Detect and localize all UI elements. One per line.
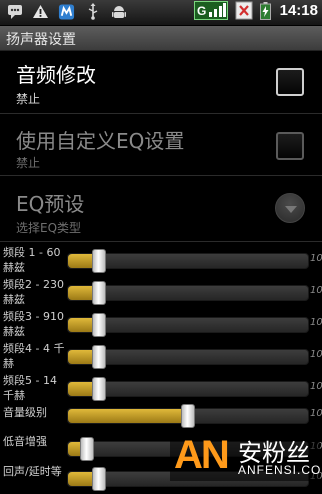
slider-max-label: 10 xyxy=(310,381,322,392)
slider-thumb[interactable] xyxy=(92,377,107,401)
pref-custom-eq[interactable]: 使用自定义EQ设置 禁止 xyxy=(0,114,322,175)
warning-icon xyxy=(32,3,49,20)
watermark-logo: AN 安粉丝 ANFENSI.COM xyxy=(170,431,322,481)
watermark-en-text: ANFENSI.COM xyxy=(238,463,322,477)
system-icons: G 14:18 xyxy=(193,1,318,20)
page-title: 扬声器设置 xyxy=(6,32,76,48)
pref-summary: 禁止 xyxy=(16,156,41,170)
slider-track[interactable] xyxy=(67,249,309,273)
slider-max-label: 10 xyxy=(310,349,322,360)
slider-label: 频段 1 - 60 赫兹 xyxy=(3,246,61,274)
pref-title: 使用自定义EQ设置 xyxy=(16,129,185,153)
slider-label: 频段3 - 910 赫兹 xyxy=(3,310,64,338)
clock: 14:18 xyxy=(279,2,318,19)
slider-thumb[interactable] xyxy=(92,345,107,369)
slider-label: 频段4 - 4 千赫 xyxy=(3,342,65,370)
slider-row: 频段4 - 4 千赫 10 xyxy=(0,340,322,372)
slider-label: 音量级别 xyxy=(3,406,47,419)
slider-track[interactable] xyxy=(67,281,309,305)
slider-max-label: 10 xyxy=(310,285,322,296)
custom-eq-checkbox[interactable] xyxy=(276,132,304,160)
slider-label: 频段5 - 14 千赫 xyxy=(3,374,57,402)
slider-thumb[interactable] xyxy=(92,313,107,337)
slider-track[interactable] xyxy=(67,404,309,428)
title-bar: 扬声器设置 xyxy=(0,26,322,51)
slider-thumb[interactable] xyxy=(181,404,195,428)
pref-title: 音频修改 xyxy=(16,63,96,87)
usb-icon xyxy=(84,3,101,20)
slider-thumb[interactable] xyxy=(80,437,95,461)
slider-max-label: 10 xyxy=(310,317,322,328)
chat-icon xyxy=(6,3,23,20)
svg-text:G: G xyxy=(197,4,206,18)
slider-row: 频段5 - 14 千赫 10 xyxy=(0,372,322,404)
pref-audio-modify[interactable]: 音频修改 禁止 xyxy=(0,51,322,113)
slider-max-label: 10 xyxy=(310,253,322,264)
maps-icon xyxy=(58,3,75,20)
pref-title: EQ预设 xyxy=(16,192,85,216)
no-sim-icon xyxy=(234,1,254,20)
slider-thumb[interactable] xyxy=(92,467,107,491)
slider-thumb[interactable] xyxy=(92,249,107,273)
slider-track[interactable] xyxy=(67,313,309,337)
slider-row: 频段3 - 910 赫兹 10 xyxy=(0,308,322,340)
eq-preset-dropdown-button[interactable] xyxy=(275,193,305,223)
divider xyxy=(0,241,322,242)
slider-label: 低音增强 xyxy=(3,435,47,448)
slider-max-label: 10 xyxy=(310,408,322,419)
slider-thumb[interactable] xyxy=(92,281,107,305)
slider-row: 频段2 - 230 赫兹 10 xyxy=(0,276,322,308)
watermark-an-logo: AN xyxy=(174,433,230,477)
pref-summary: 禁止 xyxy=(16,92,41,106)
audio-modify-checkbox[interactable] xyxy=(276,68,304,96)
slider-row: 频段 1 - 60 赫兹 10 xyxy=(0,244,322,276)
slider-fill xyxy=(68,409,188,423)
slider-label: 回声/延时等 xyxy=(3,465,62,478)
status-bar: G 14:18 xyxy=(0,0,322,26)
signal-icon: G xyxy=(193,1,228,20)
battery-charging-icon xyxy=(260,1,272,20)
android-debug-icon xyxy=(110,3,127,20)
pref-eq-preset[interactable]: EQ预设 选择EQ类型 xyxy=(0,176,322,240)
notification-icons xyxy=(6,3,127,20)
slider-track[interactable] xyxy=(67,377,309,401)
pref-summary: 选择EQ类型 xyxy=(16,221,82,235)
slider-label: 频段2 - 230 赫兹 xyxy=(3,278,64,306)
slider-track[interactable] xyxy=(67,345,309,369)
